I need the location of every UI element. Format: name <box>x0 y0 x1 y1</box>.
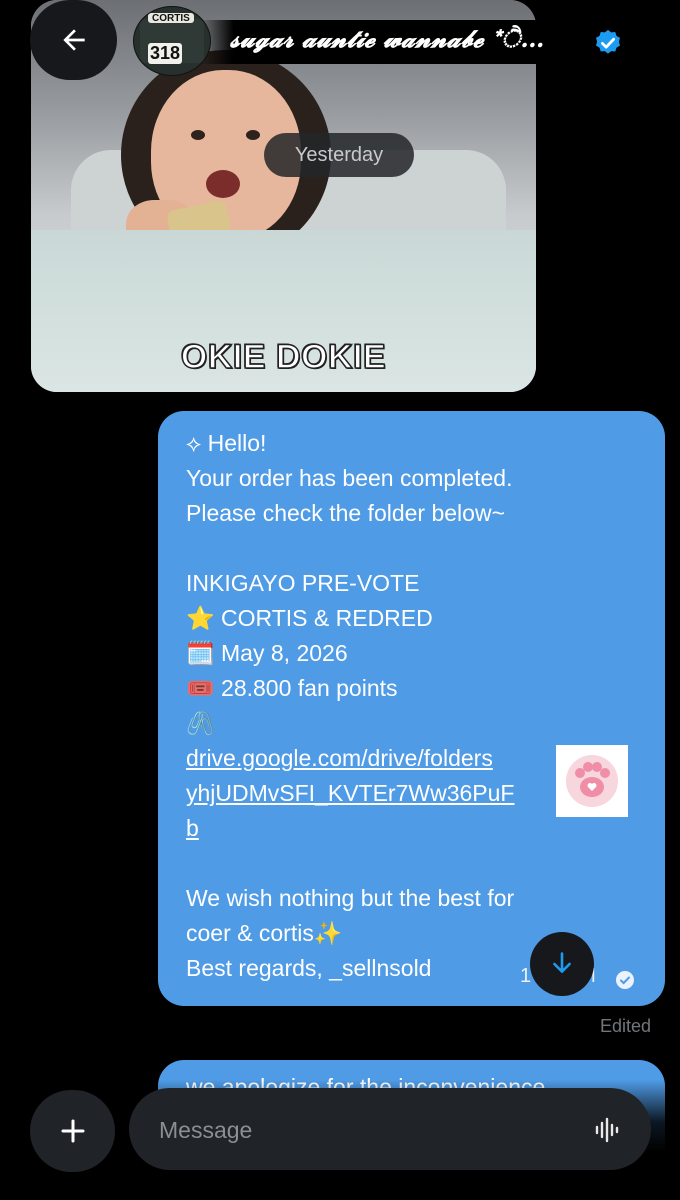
gif-caption: OKIE DOKIE <box>180 337 387 377</box>
contact-name[interactable]: 𝓼𝓾𝓰𝓪𝓻 𝓪𝓾𝓷𝓽𝓲𝓮 𝔀𝓪𝓷𝓷𝓪𝓫𝓮 *ੈ… <box>230 24 544 53</box>
avatar-text: CORTIS <box>152 13 190 24</box>
closing-lines: We wish nothing but the best for coer & … <box>186 885 515 981</box>
message-field[interactable] <box>129 1088 651 1172</box>
gif-mouth <box>206 170 240 198</box>
arrow-left-icon <box>62 29 85 51</box>
message-input[interactable] <box>157 1088 561 1172</box>
gif-eye <box>246 130 260 140</box>
avatar-number: 318 <box>148 43 183 64</box>
add-attachment-button[interactable] <box>30 1090 115 1172</box>
avatar[interactable]: CORTIS 318 <box>133 6 211 76</box>
edited-label: Edited <box>600 1016 652 1036</box>
date-divider: Yesterday <box>264 133 414 177</box>
back-button[interactable] <box>30 0 117 80</box>
message-lines: ⟡ Hello! Your order has been completed. … <box>186 430 513 736</box>
drive-link[interactable]: drive.google.com/drive/folders yhjUDMvSF… <box>186 745 514 841</box>
read-check-icon <box>616 971 634 989</box>
gif-eye <box>191 130 205 140</box>
plus-icon <box>61 1119 84 1143</box>
sticker <box>556 745 628 817</box>
paw-print-icon <box>566 755 618 807</box>
voice-waveform-icon[interactable] <box>594 1116 620 1144</box>
order-message-text: ⟡ Hello! Your order has been completed. … <box>186 426 626 986</box>
scroll-to-bottom-button[interactable] <box>530 932 594 996</box>
arrow-down-icon <box>553 952 571 973</box>
verified-badge-icon <box>596 29 620 54</box>
